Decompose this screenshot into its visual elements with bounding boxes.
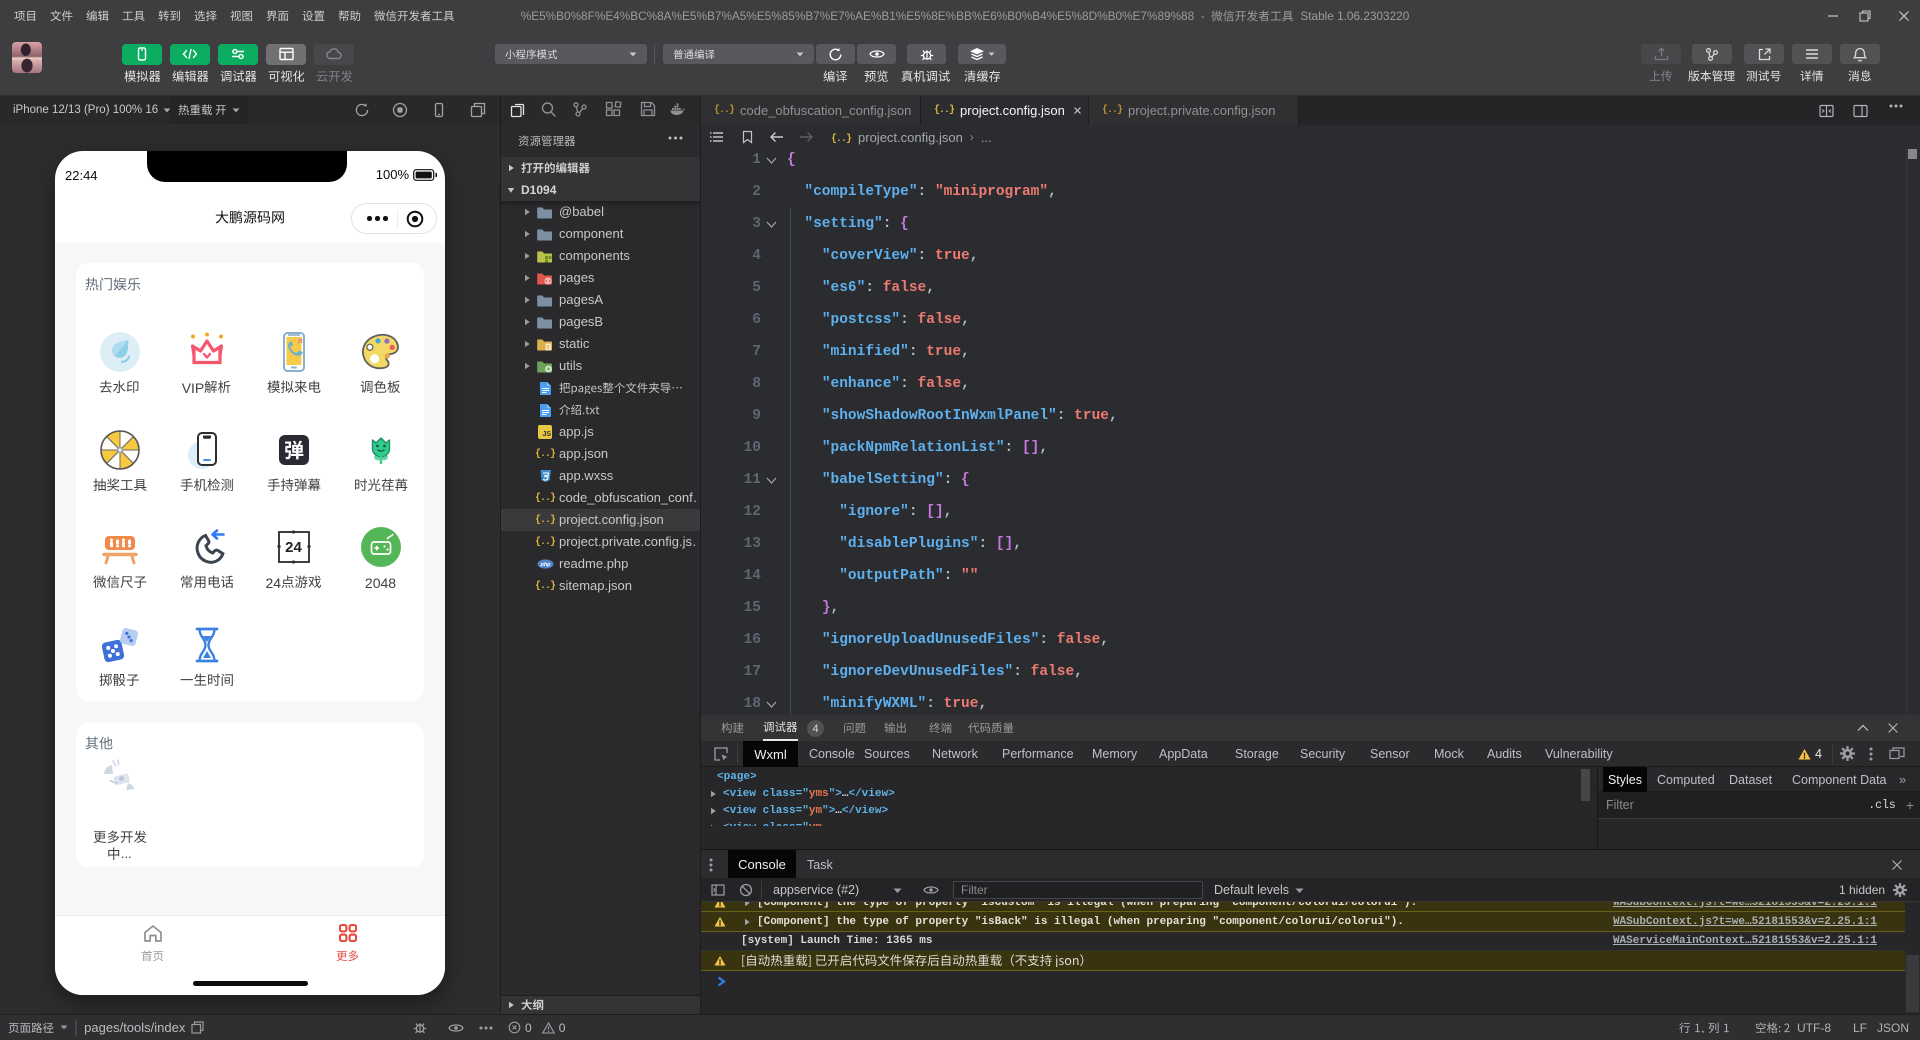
svg-text:php: php bbox=[539, 562, 551, 568]
